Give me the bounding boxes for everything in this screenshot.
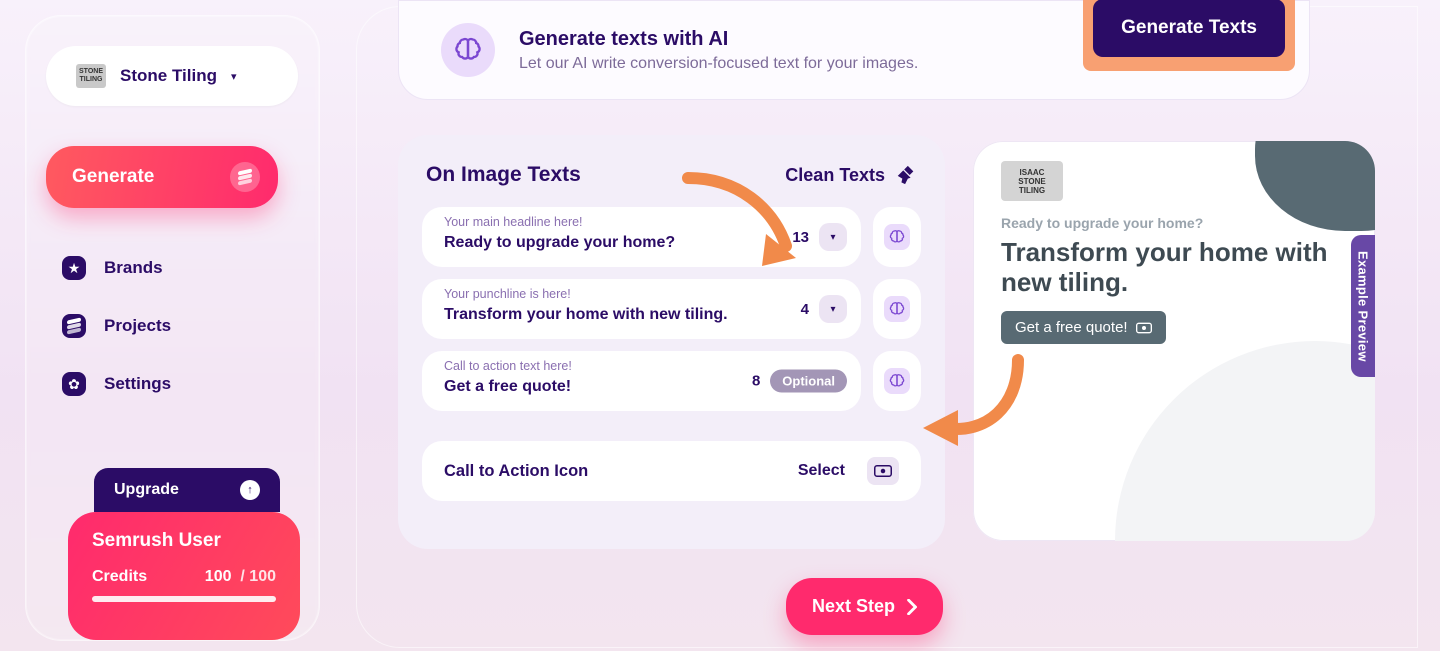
headline-input[interactable]: Your main headline here! Ready to upgrad… [422,207,861,267]
preview-cta-button: Get a free quote! [1001,311,1166,344]
headline-ai-button[interactable] [873,207,921,267]
brain-icon [884,368,910,394]
cta-text-count: 8 [752,373,760,390]
cta-icon-label: Call to Action Icon [444,462,588,481]
punchline-value: Transform your home with new tiling. [444,306,843,324]
next-step-label: Next Step [812,596,895,617]
sidebar-item-settings[interactable]: ✿ Settings [62,372,289,396]
preview-headline: Transform your home with new tiling. [1001,237,1347,297]
generate-button[interactable]: Generate [46,146,278,208]
next-step-button[interactable]: Next Step [786,578,943,635]
preview-cta-label: Get a free quote! [1015,319,1128,336]
layers-icon [62,314,86,338]
upgrade-card[interactable]: Upgrade ↑ [94,468,280,512]
brand-selector[interactable]: STONE TILING Stone Tiling ▾ [46,46,298,106]
gear-icon: ✿ [62,372,86,396]
cta-text-ai-button[interactable] [873,351,921,411]
user-card[interactable]: Semrush User Credits 100 / 100 [68,512,300,640]
layers-icon [230,162,260,192]
sidebar-item-label: Brands [104,258,163,278]
credits-progress-bar [92,596,276,602]
chevron-down-icon[interactable]: ▾ [819,295,847,323]
headline-placeholder: Your main headline here! [444,215,583,229]
cta-icon-selector[interactable]: Call to Action Icon Select [422,441,921,501]
sidebar-item-brands[interactable]: ★ Brands [62,256,289,280]
cta-icon-select-label: Select [798,462,845,480]
credits-total: 100 [249,568,276,585]
preview-subhead: Ready to upgrade your home? [1001,215,1347,231]
on-image-texts-panel: On Image Texts Clean Texts Your main hea… [398,135,945,549]
upgrade-label: Upgrade [114,481,179,499]
headline-count: 13 [792,229,809,246]
chevron-down-icon[interactable]: ▾ [819,223,847,251]
clean-texts-label: Clean Texts [785,165,885,186]
sidebar-item-projects[interactable]: Projects [62,314,289,338]
ai-banner-title: Generate texts with AI [519,28,918,51]
chevron-down-icon: ▾ [231,70,237,83]
panel-title: On Image Texts [426,163,581,187]
arrow-up-icon: ↑ [240,480,260,500]
generate-button-label: Generate [72,166,154,188]
punchline-count: 4 [801,301,809,318]
brand-logo-icon: STONE TILING [76,64,106,88]
punchline-input[interactable]: Your punchline is here! Transform your h… [422,279,861,339]
headline-value: Ready to upgrade your home? [444,234,843,252]
punchline-ai-button[interactable] [873,279,921,339]
preview-logo-icon: ISAAC STONE TILING [1001,161,1063,201]
sidebar-nav: ★ Brands Projects ✿ Settings [46,256,289,396]
ticket-icon [867,457,899,485]
brand-name: Stone Tiling [120,66,217,86]
ai-button-highlight: Generate Texts [1083,0,1295,71]
ai-banner: Generate texts with AI Let our AI write … [398,0,1310,100]
sidebar-item-label: Settings [104,374,171,394]
user-name: Semrush User [92,530,276,552]
generate-texts-button[interactable]: Generate Texts [1093,0,1285,57]
preview-decor-blob-bottom [1115,341,1375,541]
star-icon: ★ [62,256,86,280]
ai-banner-subtitle: Let our AI write conversion-focused text… [519,55,918,73]
chevron-right-icon [907,599,917,615]
brain-icon [884,296,910,322]
credits-current: 100 [205,568,232,585]
example-preview-card: ISAAC STONE TILING Ready to upgrade your… [973,141,1375,541]
cta-text-placeholder: Call to action text here! [444,359,572,373]
optional-badge: Optional [770,370,847,393]
broom-icon [895,164,917,186]
cta-text-input[interactable]: Call to action text here! Get a free quo… [422,351,861,411]
brain-icon [884,224,910,250]
brain-icon [441,23,495,77]
ticket-icon [1136,322,1152,334]
clean-texts-button[interactable]: Clean Texts [785,164,917,186]
sidebar-item-label: Projects [104,316,171,336]
credits-label: Credits [92,568,147,586]
credits-row: Credits 100 / 100 [92,568,276,586]
sidebar: STONE TILING Stone Tiling ▾ Generate ★ B… [25,15,320,641]
punchline-placeholder: Your punchline is here! [444,287,571,301]
example-preview-tab[interactable]: Example Preview [1351,235,1375,377]
